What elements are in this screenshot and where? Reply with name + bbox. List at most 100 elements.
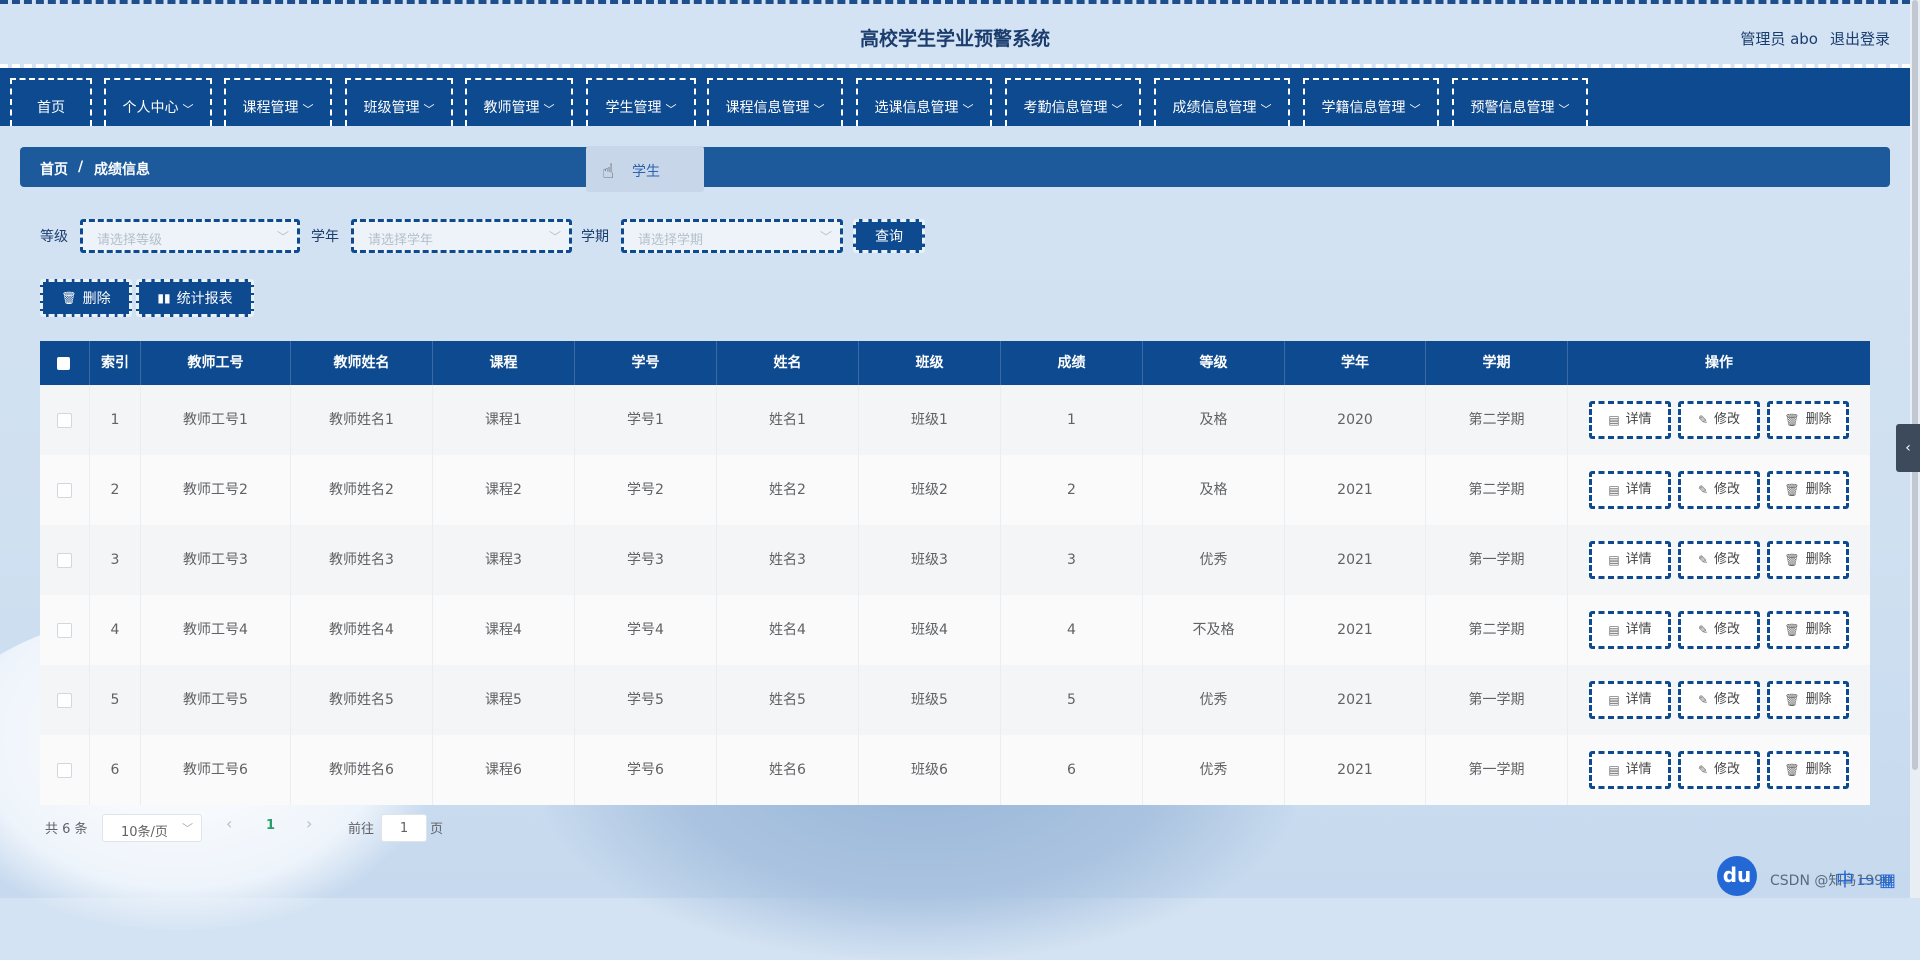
grade-select[interactable]: 请选择等级 ﹀ [80,219,300,253]
chevron-down-icon: ﹀ [548,230,561,244]
cell-year: 2021 [1285,665,1426,735]
cell-course: 课程1 [433,385,575,455]
select-all-checkbox[interactable] [57,357,70,370]
table-row: 3 教师工号3 教师姓名3 课程3 学号3 姓名3 班级3 3 优秀 2021 … [40,525,1870,595]
term-select[interactable]: 请选择学期 ﹀ [621,219,843,253]
logout-link[interactable]: 退出登录 [1830,28,1910,49]
cell-course: 课程2 [433,455,575,525]
next-page-button[interactable]: › [306,814,312,833]
nav-item-enrollment[interactable]: 选课信息管理 ﹀ [856,78,992,126]
year-select[interactable]: 请选择学年 ﹀ [351,219,572,253]
delete-button[interactable]: 🗑 删除 [1767,611,1849,649]
nav-item-warning[interactable]: 预警信息管理 ﹀ [1452,78,1588,126]
cell-score: 1 [1001,385,1143,455]
row-checkbox[interactable] [57,413,72,428]
nav-item-student[interactable]: 学生管理 ﹀ [586,78,696,126]
edit-button[interactable]: ✎ 修改 [1678,401,1760,439]
toolbar-icons: 中▭▦ [1836,870,1901,891]
cell-student-id: 学号6 [575,735,717,805]
cell-teacher-id: 教师工号5 [141,665,291,735]
col-actions: 操作 [1705,355,1733,371]
chevron-down-icon: ﹀ [962,103,974,116]
nav-item-registry[interactable]: 学籍信息管理 ﹀ [1303,78,1439,126]
edit-button[interactable]: ✎ 修改 [1678,471,1760,509]
col-teacher-name: 教师姓名 [291,341,433,385]
nav-item-course-info[interactable]: 课程信息管理 ﹀ [707,78,843,126]
cell-actions: ▤ 详情 ✎ 修改 🗑 删除 [1568,385,1870,455]
page-number-current[interactable]: 1 [266,818,275,833]
document-icon: ▤ [1608,763,1620,777]
breadcrumb: 首页 / 成绩信息 [20,147,1890,187]
nav-item-class[interactable]: 班级管理 ﹀ [345,78,453,126]
edit-button[interactable]: ✎ 修改 [1678,751,1760,789]
stats-report-button[interactable]: ▮▮ 统计报表 [136,279,254,317]
scrollbar-thumb[interactable] [1912,0,1918,770]
nav-item-grades[interactable]: 成绩信息管理 ﹀ [1154,78,1290,126]
top-header: 高校学生学业预警系统 管理员 abo 退出登录 [0,0,1910,68]
edit-button[interactable]: ✎ 修改 [1678,541,1760,579]
detail-button[interactable]: ▤ 详情 [1589,611,1671,649]
col-teacher-id: 教师工号 [141,341,291,385]
delete-button[interactable]: 🗑 删除 [1767,401,1849,439]
cell-teacher-id: 教师工号4 [141,595,291,665]
nav-item-teacher[interactable]: 教师管理 ﹀ [465,78,573,126]
cell-student-id: 学号2 [575,455,717,525]
table-row: 1 教师工号1 教师姓名1 课程1 学号1 姓名1 班级1 1 及格 2020 … [40,385,1870,455]
cell-course: 课程4 [433,595,575,665]
delete-button[interactable]: 🗑 删除 [1767,751,1849,789]
cell-course: 课程6 [433,735,575,805]
cell-student-id: 学号3 [575,525,717,595]
cell-term: 第二学期 [1426,595,1568,665]
detail-button[interactable]: ▤ 详情 [1589,541,1671,579]
query-button[interactable]: 查询 [853,219,925,253]
document-icon: ▤ [1608,413,1620,427]
edit-button[interactable]: ✎ 修改 [1678,681,1760,719]
cell-student-id: 学号4 [575,595,717,665]
delete-button[interactable]: 🗑 删除 [1767,471,1849,509]
batch-delete-button[interactable]: 🗑 删除 [40,279,132,317]
delete-button[interactable]: 🗑 删除 [1767,681,1849,719]
cell-class: 班级5 [859,665,1001,735]
chevron-down-icon: ﹀ [543,103,555,116]
detail-button[interactable]: ▤ 详情 [1589,751,1671,789]
dropdown-item-student[interactable]: 学生 [632,161,660,181]
cell-level: 优秀 [1143,735,1285,805]
row-checkbox[interactable] [57,763,72,778]
detail-button[interactable]: ▤ 详情 [1589,681,1671,719]
chevron-left-icon: ‹ [1905,440,1911,456]
hand-cursor-icon: ☝ [602,159,615,183]
nav-item-course[interactable]: 课程管理 ﹀ [224,78,332,126]
chevron-down-icon: ﹀ [665,103,677,116]
cell-index: 2 [90,455,141,525]
collapse-panel-button[interactable]: ‹ [1896,424,1920,472]
cell-teacher-name: 教师姓名2 [291,455,433,525]
breadcrumb-home[interactable]: 首页 [40,159,68,179]
nav-item-home[interactable]: 首页 [10,78,92,126]
cell-year: 2021 [1285,735,1426,805]
chevron-down-icon: ﹀ [1111,103,1123,116]
row-checkbox[interactable] [57,483,72,498]
page-size-select[interactable]: 10条/页 ﹀ [102,814,202,842]
row-checkbox[interactable] [57,553,72,568]
nav-item-profile[interactable]: 个人中心 ﹀ [104,78,212,126]
cell-teacher-id: 教师工号6 [141,735,291,805]
goto-label: 前往 [348,822,375,837]
col-year: 学年 [1285,341,1426,385]
delete-button[interactable]: 🗑 删除 [1767,541,1849,579]
goto-page-input[interactable]: 1 [381,814,427,842]
row-checkbox[interactable] [57,693,72,708]
cell-student-id: 学号1 [575,385,717,455]
trash-icon: 🗑 [1784,623,1800,637]
edit-button[interactable]: ✎ 修改 [1678,611,1760,649]
detail-button[interactable]: ▤ 详情 [1589,401,1671,439]
cell-index: 3 [90,525,141,595]
chevron-down-icon: ﹀ [276,230,289,244]
cell-teacher-id: 教师工号1 [141,385,291,455]
nav-item-attendance[interactable]: 考勤信息管理 ﹀ [1005,78,1141,126]
detail-button[interactable]: ▤ 详情 [1589,471,1671,509]
total-count: 共 6 条 [45,822,88,837]
cell-index: 4 [90,595,141,665]
cell-name: 姓名5 [717,665,859,735]
row-checkbox[interactable] [57,623,72,638]
prev-page-button[interactable]: ‹ [226,814,232,833]
